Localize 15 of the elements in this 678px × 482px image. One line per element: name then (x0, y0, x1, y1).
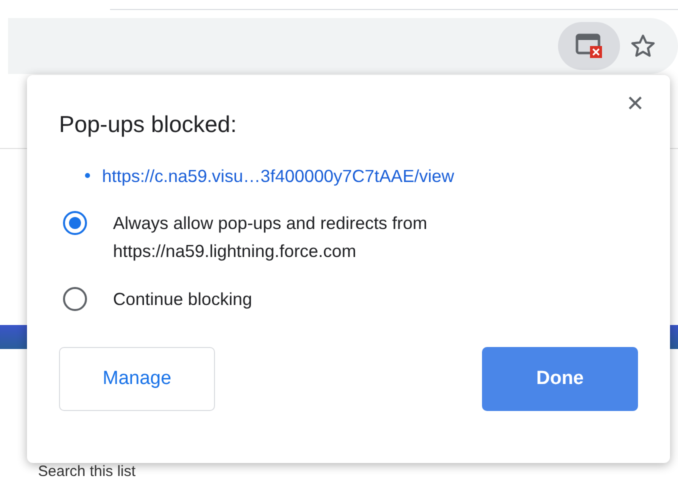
done-button[interactable]: Done (482, 346, 638, 411)
search-field[interactable]: Search this list (0, 463, 300, 481)
bullet-icon (85, 173, 90, 178)
option-label[interactable]: Always allow pop-ups and redirects from https://na59.lightning.force.com (113, 208, 428, 265)
popup-title: Pop-ups blocked: (59, 111, 238, 139)
blocked-link[interactable]: https://c.na59.visu…3f400000y7C7tAAE/view (102, 162, 454, 189)
radio-button[interactable] (63, 210, 87, 235)
close-button[interactable]: ✕ (626, 93, 644, 115)
radio-button[interactable] (63, 286, 87, 311)
blocked-window-icon (575, 33, 603, 59)
star-icon (630, 33, 656, 59)
manage-button[interactable]: Manage (59, 346, 215, 411)
popup-blocked-button[interactable] (558, 22, 620, 70)
bookmark-button[interactable] (630, 33, 656, 59)
option-label[interactable]: Continue blocking (113, 284, 252, 313)
